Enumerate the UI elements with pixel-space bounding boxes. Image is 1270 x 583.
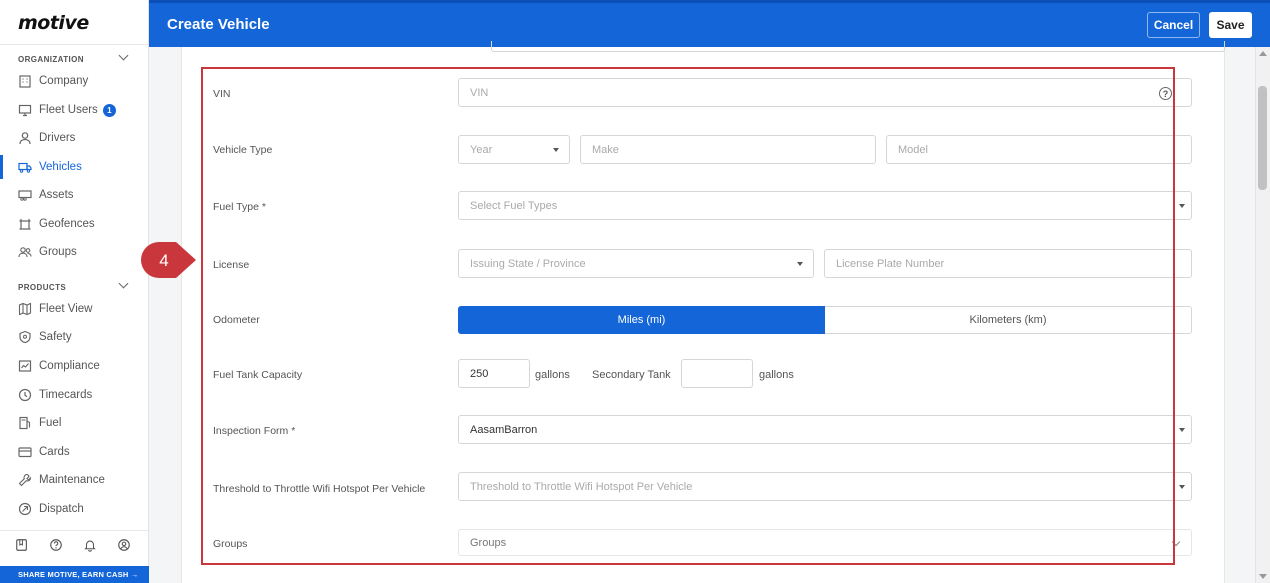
- sidebar-item-vehicles[interactable]: Vehicles: [0, 155, 148, 179]
- section-organization[interactable]: ORGANIZATION: [18, 55, 84, 64]
- geofence-icon: [18, 217, 32, 231]
- sidebar-item-compliance[interactable]: Compliance: [0, 354, 148, 378]
- user-icon: [18, 131, 32, 145]
- save-button[interactable]: Save: [1209, 12, 1252, 38]
- sidebar-item-maintenance[interactable]: Maintenance: [0, 468, 148, 492]
- caret-down-icon: [1179, 204, 1185, 208]
- sidebar-item-label: Maintenance: [39, 474, 105, 486]
- sidebar-item-groups[interactable]: Groups: [0, 240, 148, 264]
- bell-icon[interactable]: [83, 538, 99, 554]
- users-icon: [18, 245, 32, 259]
- monitor-icon: [18, 103, 32, 117]
- sidebar-item-label: Fleet Users: [39, 104, 98, 116]
- caret-down-icon: [1179, 428, 1185, 432]
- shield-icon: [18, 330, 32, 344]
- account-icon[interactable]: [117, 538, 133, 554]
- share-motive-banner[interactable]: SHARE MOTIVE, EARN CASH →: [0, 566, 149, 583]
- building-icon: [18, 74, 32, 88]
- caret-down-icon: [1179, 485, 1185, 489]
- book-icon[interactable]: [15, 538, 31, 554]
- map-icon: [18, 302, 32, 316]
- sidebar-item-label: Groups: [39, 246, 77, 258]
- sidebar-item-label: Timecards: [39, 389, 93, 401]
- sidebar-item-label: Compliance: [39, 360, 100, 372]
- sidebar-item-label: Safety: [39, 331, 72, 343]
- step-marker: 4: [141, 242, 196, 278]
- help-icon[interactable]: [49, 538, 65, 554]
- clock-icon: [18, 388, 32, 402]
- dispatch-icon: [18, 502, 32, 516]
- sidebar-item-label: Geofences: [39, 218, 95, 230]
- divider: [0, 44, 149, 45]
- sidebar-item-fleet-view[interactable]: Fleet View: [0, 297, 148, 321]
- truck-icon: [18, 160, 32, 174]
- fuel-icon: [18, 416, 32, 430]
- sidebar-item-label: Drivers: [39, 132, 76, 144]
- sidebar-item-drivers[interactable]: Drivers: [0, 126, 148, 150]
- sidebar: motive ORGANIZATION Company Fleet Users …: [0, 0, 149, 583]
- page-header: Create Vehicle Cancel Save: [149, 0, 1270, 47]
- sidebar-item-label: Assets: [39, 189, 74, 201]
- sidebar-item-safety[interactable]: Safety: [0, 325, 148, 349]
- page-title: Create Vehicle: [167, 16, 270, 33]
- sidebar-item-fleet-users[interactable]: Fleet Users 1: [0, 98, 148, 122]
- sidebar-footer-icons: [0, 530, 148, 560]
- chevron-down-icon[interactable]: [118, 50, 129, 61]
- sidebar-item-label: Company: [39, 75, 89, 87]
- scroll-down-arrow-icon[interactable]: [1259, 574, 1267, 579]
- sidebar-item-label: Vehicles: [39, 161, 82, 173]
- step-highlight-box: [201, 67, 1175, 565]
- chevron-down-icon[interactable]: [118, 278, 129, 289]
- cancel-button[interactable]: Cancel: [1147, 12, 1200, 38]
- notification-badge: 1: [102, 103, 116, 117]
- sidebar-item-label: Fuel: [39, 417, 62, 429]
- sidebar-item-geofences[interactable]: Geofences: [0, 212, 148, 236]
- sidebar-item-cards[interactable]: Cards: [0, 440, 148, 464]
- previous-field[interactable]: [491, 41, 1225, 52]
- scrollbar-thumb[interactable]: [1258, 86, 1267, 190]
- sidebar-item-dispatch[interactable]: Dispatch: [0, 497, 148, 521]
- trailer-icon: [18, 188, 32, 202]
- card-icon: [18, 445, 32, 459]
- sidebar-item-assets[interactable]: Assets: [0, 183, 148, 207]
- sidebar-item-timecards[interactable]: Timecards: [0, 383, 148, 407]
- section-products[interactable]: PRODUCTS: [18, 283, 66, 292]
- sidebar-item-label: Dispatch: [39, 503, 84, 515]
- motive-logo[interactable]: motive: [18, 12, 89, 34]
- wrench-icon: [18, 473, 32, 487]
- sidebar-item-fuel[interactable]: Fuel: [0, 411, 148, 435]
- sidebar-item-label: Fleet View: [39, 303, 93, 315]
- clipboard-icon: [18, 359, 32, 373]
- step-number: 4: [159, 251, 168, 270]
- sidebar-item-label: Cards: [39, 446, 70, 458]
- scroll-up-arrow-icon[interactable]: [1259, 51, 1267, 56]
- sidebar-item-company[interactable]: Company: [0, 69, 148, 93]
